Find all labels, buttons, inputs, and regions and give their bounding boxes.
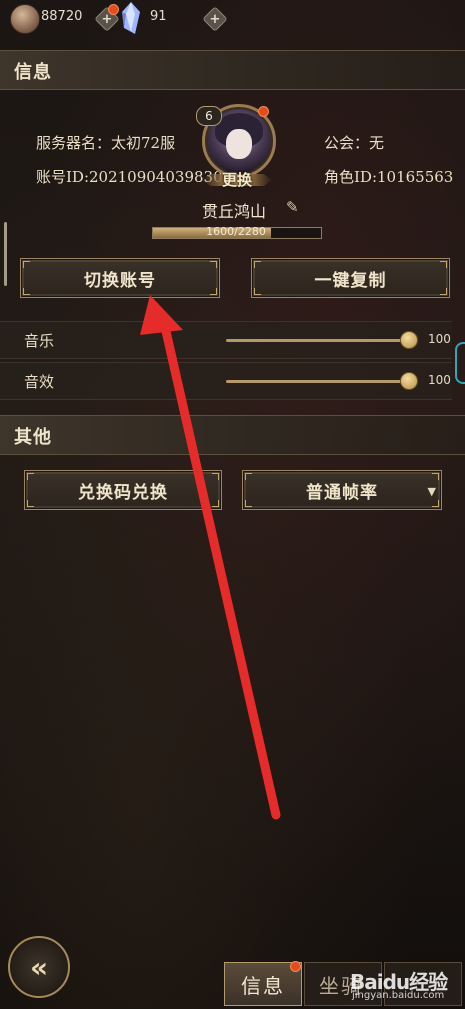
back-arrow-icon: « (29, 950, 49, 984)
frame-rate-select[interactable]: 普通帧率 ▼ (242, 470, 442, 510)
switch-account-button[interactable]: 切换账号 (20, 258, 220, 298)
guild-name: 公会：无 (324, 134, 385, 152)
avatar-face (226, 129, 252, 159)
back-button[interactable]: « (8, 936, 70, 998)
sfx-slider-knob[interactable] (400, 372, 418, 390)
chevron-down-icon: ▼ (427, 485, 437, 498)
frame-rate-value: 普通帧率 (306, 482, 378, 503)
music-slider-track[interactable] (226, 339, 410, 342)
role-id: 角色ID:10165563 (324, 168, 454, 186)
info-section-header: 信息 (0, 50, 465, 90)
sfx-row: 音效 100 (0, 362, 452, 400)
redeem-code-button[interactable]: 兑换码兑换 (24, 470, 222, 510)
music-value: 100 (428, 332, 451, 346)
exp-text: 1600/2280 (206, 225, 266, 238)
sfx-value: 100 (428, 373, 451, 387)
account-id: 账号ID:20210904039830 (36, 168, 223, 186)
info-section-title: 信息 (14, 62, 52, 83)
avatar-change-button[interactable]: 6 更换 (196, 100, 278, 198)
music-slider-knob[interactable] (400, 331, 418, 349)
watermark-url: jingyan.baidu.com (352, 990, 445, 1001)
scrollbar-thumb[interactable] (4, 222, 7, 286)
music-label: 音乐 (24, 332, 55, 350)
change-avatar-banner: 更换 (196, 166, 278, 192)
player-nickname: 贯丘鸿山 (202, 202, 267, 221)
level-badge: 6 (196, 106, 222, 126)
other-section-title: 其他 (14, 427, 52, 448)
switch-account-label: 切换账号 (84, 270, 156, 291)
tab-info-label: 信息 (241, 973, 285, 998)
other-section-header: 其他 (0, 415, 465, 455)
crystal-icon (122, 2, 140, 34)
copper-coin-icon (10, 4, 40, 34)
baidu-jingyan-watermark: Baidu经验 jingyan.baidu.com (350, 966, 460, 1004)
server-name: 服务器名：太初72服 (36, 134, 176, 152)
top-resource-bar: 88720 + 91 + (0, 0, 465, 40)
change-avatar-label: 更换 (221, 170, 252, 189)
rename-brush-icon[interactable]: ✎ (286, 198, 299, 216)
gem-value: 91 (150, 9, 167, 24)
side-drawer-handle[interactable] (455, 342, 465, 384)
music-row: 音乐 100 (0, 321, 452, 359)
notification-dot (258, 106, 269, 117)
notification-dot (290, 961, 301, 972)
sfx-slider-track[interactable] (226, 380, 410, 383)
redeem-code-label: 兑换码兑换 (78, 482, 168, 503)
copy-info-label: 一键复制 (314, 270, 387, 291)
copy-info-button[interactable]: 一键复制 (251, 258, 450, 298)
sfx-label: 音效 (24, 373, 55, 391)
add-gem-button[interactable]: + (202, 6, 228, 32)
coin-value: 88720 (41, 9, 83, 24)
plus-icon: + (209, 11, 221, 27)
notification-dot (108, 4, 119, 15)
